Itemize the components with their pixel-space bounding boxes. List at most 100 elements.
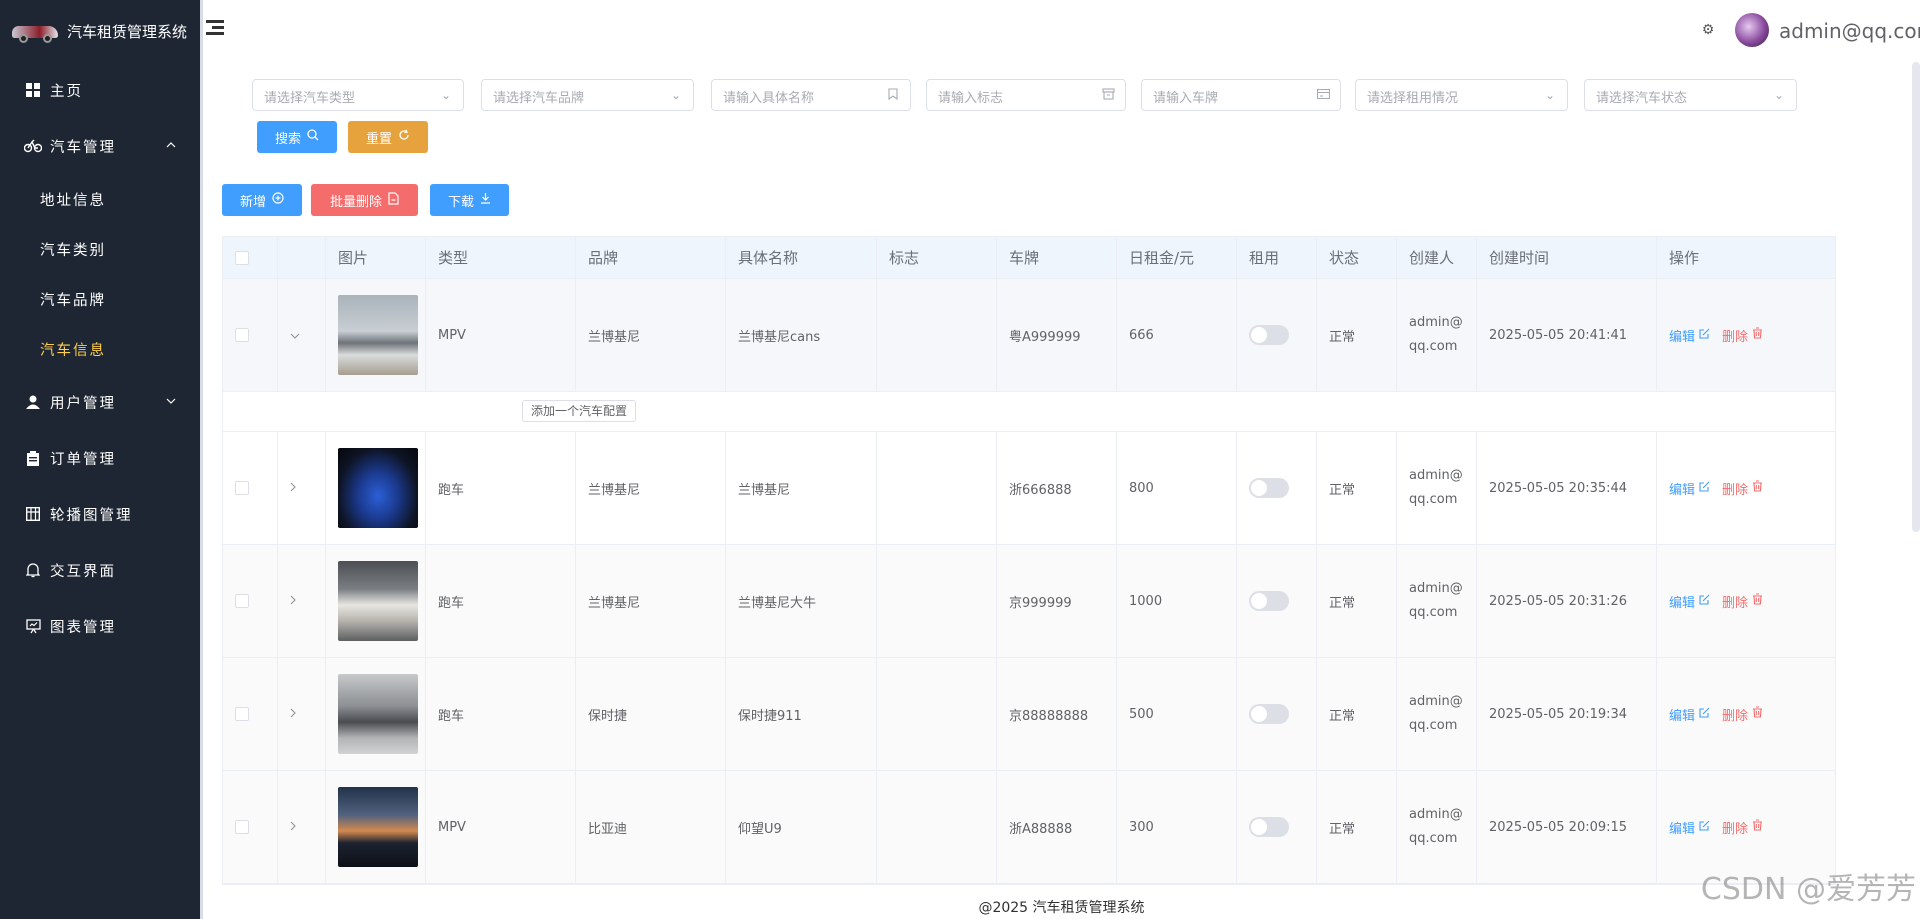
rental-toggle[interactable] [1249,704,1289,724]
chevron-right-icon[interactable] [290,708,302,720]
rental-toggle[interactable] [1249,591,1289,611]
row-checkbox[interactable] [235,594,249,608]
car-photo[interactable] [338,295,418,375]
avatar[interactable] [1735,13,1769,47]
car-photo[interactable] [338,787,418,867]
status-text: 正常 [1329,708,1356,724]
edit-label: 编辑 [1669,821,1696,837]
gear-icon[interactable]: ⚙ [1700,22,1716,38]
add-car-config-button[interactable]: 添加一个汽车配置 [522,400,637,422]
name-input[interactable]: 请输入具体名称 [711,79,911,111]
table-cell: 跑车 [426,658,576,770]
menu-toggle-icon[interactable] [206,20,224,38]
table-cell: 正常 [1317,432,1397,544]
delete-label: 删除 [1722,329,1749,345]
edit-button[interactable]: 编辑 [1669,818,1710,837]
table-row[interactable]: MPV 比亚迪 仰望U9 浙A88888 300 正常 admin@ qq.com 2025-0… [223,771,1835,884]
edit-button[interactable]: 编辑 [1669,592,1710,611]
sidebar-item-car-brand[interactable]: 汽车品牌 [0,274,200,324]
column-header: 类型 [426,237,576,278]
sidebar-item-orders[interactable]: 订单管理 [0,430,200,486]
reset-button[interactable]: 重置 [348,121,428,153]
chevron-up-icon [164,138,178,152]
edit-label: 编辑 [1669,329,1696,345]
row-checkbox[interactable] [235,820,249,834]
creator-line: qq.com [1409,718,1458,733]
creator: admin@ qq.com [1409,803,1463,851]
sidebar-item-car-info[interactable]: 汽车信息 [0,324,200,374]
search-button[interactable]: 搜索 [257,121,337,153]
column-header: 标志 [877,237,997,278]
plate-input[interactable]: 请输入车牌 [1141,79,1341,111]
logo-input[interactable]: 请输入标志 [926,79,1126,111]
sidebar-item-users[interactable]: 用户管理 [0,374,200,430]
table-row[interactable]: 跑车 兰博基尼 兰博基尼 浙666888 800 正常 admin@ qq.com 2025-0… [223,432,1835,545]
delete-button[interactable]: 删除 [1722,818,1763,837]
daily-rent: 1000 [1129,593,1163,609]
table-cell: 京88888888 [997,658,1117,770]
sidebar-item-carousel[interactable]: 轮播图管理 [0,486,200,542]
edit-button[interactable]: 编辑 [1669,326,1710,345]
table-row[interactable]: 跑车 保时捷 保时捷911 京88888888 500 正常 admin@ qq.com 202… [223,658,1835,771]
table-cell: 编辑 删除 [1657,658,1837,770]
add-button[interactable]: 新增 [222,184,302,216]
table-cell [278,658,326,770]
car-type-select[interactable]: 请选择汽车类型 ⌄ [252,79,464,111]
row-checkbox[interactable] [235,328,249,342]
table-row[interactable]: MPV 兰博基尼 兰博基尼cans 粤A999999 666 正常 admin@ qq.com… [223,279,1835,392]
user-name[interactable]: admin@qq.com [1779,19,1920,43]
column-header: 日租金/元 [1117,237,1237,278]
chevron-right-icon[interactable] [290,482,302,494]
sidebar-item-charts[interactable]: 图表管理 [0,598,200,654]
select-all-checkbox[interactable] [235,250,249,265]
row-checkbox[interactable] [235,707,249,721]
car-photo[interactable] [338,561,418,641]
chevron-right-icon[interactable] [290,595,302,607]
batch-delete-button[interactable]: 批量删除 [311,184,418,216]
sidebar-item-car-category[interactable]: 汽车类别 [0,224,200,274]
car-brand-select[interactable]: 请选择汽车品牌 ⌄ [481,79,694,111]
table-cell [326,545,426,657]
rental-select[interactable]: 请选择租用情况 ⌄ [1355,79,1568,111]
status-select[interactable]: 请选择汽车状态 ⌄ [1584,79,1797,111]
car-plate: 京999999 [1009,595,1072,611]
sidebar-item-home[interactable]: 主页 [0,62,200,118]
car-photo[interactable] [338,674,418,754]
delete-label: 删除 [1722,708,1749,724]
edit-button[interactable]: 编辑 [1669,479,1710,498]
rental-toggle[interactable] [1249,817,1289,837]
car-brand: 兰博基尼 [588,329,641,345]
sidebar-scrollbar[interactable] [200,0,203,919]
table-cell [223,658,278,770]
delete-button[interactable]: 删除 [1722,326,1763,345]
row-checkbox[interactable] [235,481,249,495]
chevron-right-icon[interactable] [290,821,302,833]
sidebar-item-label: 主页 [50,83,83,100]
chevron-down-icon[interactable] [290,329,302,341]
table-row[interactable]: 跑车 兰博基尼 兰博基尼大牛 京999999 1000 正常 admin@ qq.com 202… [223,545,1835,658]
rental-toggle[interactable] [1249,325,1289,345]
delete-button[interactable]: 删除 [1722,592,1763,611]
trash-icon [1752,327,1763,343]
plus-circle-icon [272,192,284,208]
daily-rent: 300 [1129,819,1154,835]
rental-toggle[interactable] [1249,478,1289,498]
table-body: MPV 兰博基尼 兰博基尼cans 粤A999999 666 正常 admin@ qq.com… [223,279,1835,884]
page-scrollbar[interactable] [1912,62,1920,532]
car-name: 兰博基尼大牛 [738,595,817,611]
download-button[interactable]: 下载 [430,184,509,216]
placeholder: 请选择汽车品牌 [493,91,585,106]
table-cell [223,279,278,391]
sidebar-item-interaction[interactable]: 交互界面 [0,542,200,598]
delete-button[interactable]: 删除 [1722,705,1763,724]
table-cell [326,432,426,544]
edit-button[interactable]: 编辑 [1669,705,1710,724]
delete-button[interactable]: 删除 [1722,479,1763,498]
sidebar-item-car-management[interactable]: 汽车管理 [0,118,200,174]
table-cell: 保时捷 [576,658,726,770]
car-photo[interactable] [338,448,418,528]
placeholder: 请输入具体名称 [723,91,815,106]
sidebar-item-label: 交互界面 [50,563,116,580]
placeholder: 请输入标志 [938,91,1004,106]
sidebar-item-address[interactable]: 地址信息 [0,174,200,224]
